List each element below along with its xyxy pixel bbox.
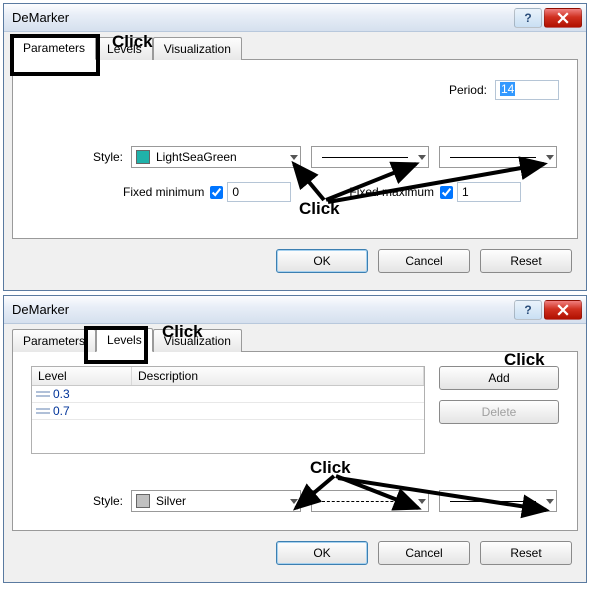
col-description: Description — [132, 367, 424, 385]
period-label: Period: — [449, 83, 487, 97]
dialog-levels: DeMarker ? Parameters Levels Visualizati… — [3, 295, 587, 583]
close-icon — [557, 12, 569, 24]
help-icon: ? — [524, 303, 531, 317]
fixed-max-input[interactable] — [457, 182, 521, 202]
button-row: OK Cancel Reset — [12, 239, 578, 277]
fixed-min-checkbox[interactable] — [210, 186, 223, 199]
tab-levels[interactable]: Levels — [96, 37, 153, 60]
style-color-name: Silver — [156, 494, 186, 508]
style-width-select[interactable] — [439, 490, 557, 512]
close-icon — [557, 304, 569, 316]
ok-button[interactable]: OK — [276, 541, 368, 565]
tabstrip: Parameters Levels Visualization — [12, 36, 578, 60]
color-swatch-icon — [136, 150, 150, 164]
help-button[interactable]: ? — [514, 300, 542, 320]
line-preview-icon — [450, 501, 536, 502]
help-button[interactable]: ? — [514, 8, 542, 28]
level-description — [132, 386, 424, 402]
dialog-title: DeMarker — [12, 302, 512, 317]
style-line-select[interactable] — [311, 146, 429, 168]
level-line-icon — [36, 389, 50, 399]
dialog-title: DeMarker — [12, 10, 512, 25]
client-area: Parameters Levels Visualization Level De… — [4, 324, 586, 577]
fixed-max-checkbox[interactable] — [440, 186, 453, 199]
line-preview-icon — [450, 157, 536, 158]
level-value: 0.3 — [53, 387, 70, 401]
chevron-down-icon — [546, 499, 554, 504]
chevron-down-icon — [546, 155, 554, 160]
fixed-min-label: Fixed minimum — [123, 185, 204, 199]
button-row: OK Cancel Reset — [12, 531, 578, 569]
titlebar: DeMarker ? — [4, 296, 586, 324]
delete-button[interactable]: Delete — [439, 400, 559, 424]
style-line-select[interactable] — [311, 490, 429, 512]
dialog-parameters: DeMarker ? Parameters Levels Visualizati… — [3, 3, 587, 291]
tab-levels[interactable]: Levels — [96, 328, 153, 352]
style-color-select[interactable]: Silver — [131, 490, 301, 512]
tabstrip: Parameters Levels Visualization — [12, 328, 578, 352]
tab-parameters[interactable]: Parameters — [12, 329, 96, 352]
style-color-select[interactable]: LightSeaGreen — [131, 146, 301, 168]
levels-grid[interactable]: Level Description 0.3 0.7 — [31, 366, 425, 454]
line-preview-icon — [322, 157, 408, 158]
level-line-icon — [36, 406, 50, 416]
col-level: Level — [32, 367, 132, 385]
client-area: Parameters Levels Visualization Period: … — [4, 32, 586, 285]
level-value: 0.7 — [53, 404, 70, 418]
close-button[interactable] — [544, 8, 582, 28]
table-row[interactable]: 0.7 — [32, 403, 424, 420]
style-label: Style: — [31, 494, 123, 508]
tab-panel-levels: Level Description 0.3 0.7 — [12, 351, 578, 531]
tab-visualization[interactable]: Visualization — [153, 37, 242, 60]
fixed-min-input[interactable] — [227, 182, 291, 202]
reset-button[interactable]: Reset — [480, 249, 572, 273]
chevron-down-icon — [418, 155, 426, 160]
titlebar: DeMarker ? — [4, 4, 586, 32]
line-preview-icon — [322, 501, 408, 502]
cancel-button[interactable]: Cancel — [378, 541, 470, 565]
period-input[interactable]: 14 — [495, 80, 559, 100]
style-width-select[interactable] — [439, 146, 557, 168]
tab-visualization[interactable]: Visualization — [153, 329, 242, 352]
table-row[interactable]: 0.3 — [32, 386, 424, 403]
ok-button[interactable]: OK — [276, 249, 368, 273]
cancel-button[interactable]: Cancel — [378, 249, 470, 273]
style-color-name: LightSeaGreen — [156, 150, 237, 164]
tab-parameters[interactable]: Parameters — [12, 36, 96, 60]
style-label: Style: — [31, 150, 123, 164]
level-description — [132, 403, 424, 419]
chevron-down-icon — [290, 499, 298, 504]
tab-panel-parameters: Period: 14 Style: LightSeaGreen — [12, 59, 578, 239]
color-swatch-icon — [136, 494, 150, 508]
help-icon: ? — [524, 11, 531, 25]
add-button[interactable]: Add — [439, 366, 559, 390]
reset-button[interactable]: Reset — [480, 541, 572, 565]
chevron-down-icon — [418, 499, 426, 504]
fixed-max-label: Fixed maximum — [349, 185, 434, 199]
close-button[interactable] — [544, 300, 582, 320]
period-value: 14 — [500, 82, 515, 96]
grid-header: Level Description — [32, 367, 424, 386]
chevron-down-icon — [290, 155, 298, 160]
